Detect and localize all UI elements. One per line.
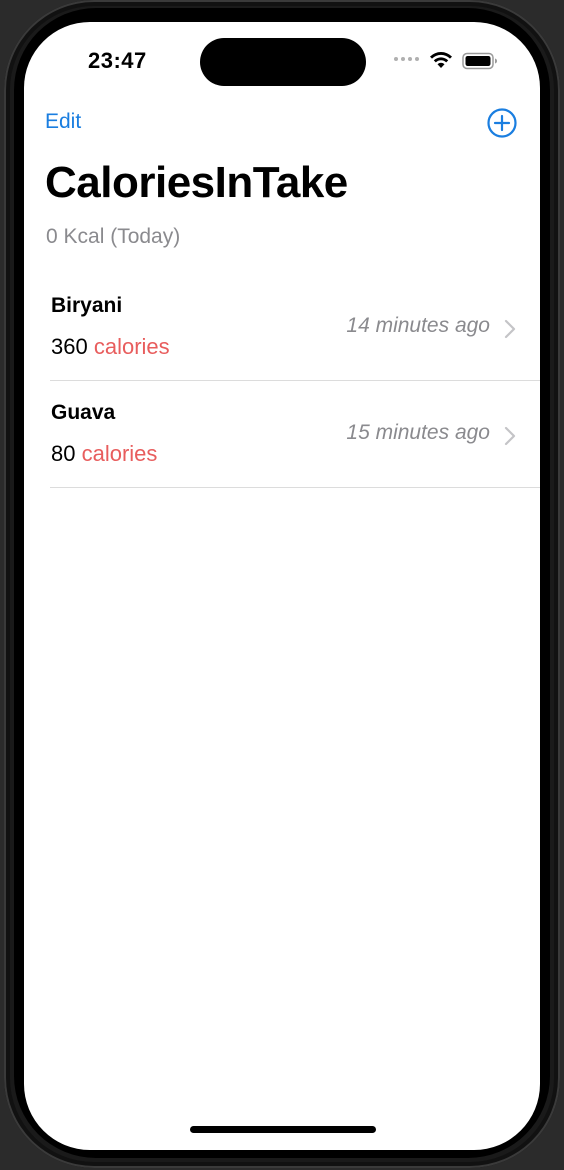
entry-name: Biryani — [51, 294, 123, 317]
battery-icon — [462, 52, 497, 70]
calorie-value: 360 — [51, 334, 88, 359]
entries-list: Biryani 360 calories 14 minutes ago Guav… — [50, 274, 540, 488]
list-item[interactable]: Biryani 360 calories 14 minutes ago — [50, 274, 540, 381]
calorie-unit: calories — [93, 334, 170, 359]
entry-calories: 80 calories — [51, 441, 157, 467]
home-indicator[interactable] — [190, 1126, 376, 1133]
entry-time: 15 minutes ago — [346, 421, 490, 444]
entry-name: Guava — [51, 401, 116, 424]
status-time: 23:47 — [88, 48, 147, 73]
app-screen: 23:47 Edit CaloriesInTake 0 Kcal (Today)… — [24, 22, 540, 1150]
dynamic-island — [200, 38, 366, 86]
daily-total: 0 Kcal (Today) — [46, 225, 181, 248]
entry-calories: 360 calories — [51, 334, 170, 360]
calorie-value: 80 — [51, 441, 76, 466]
chevron-right-icon — [504, 426, 516, 446]
chevron-right-icon — [504, 319, 516, 339]
entry-time: 14 minutes ago — [346, 314, 490, 337]
calorie-unit: calories — [81, 441, 158, 466]
list-item[interactable]: Guava 80 calories 15 minutes ago — [50, 381, 540, 488]
edit-button[interactable]: Edit — [45, 110, 81, 134]
page-title: CaloriesInTake — [45, 158, 348, 207]
wifi-icon — [430, 52, 452, 68]
plus-circle-icon[interactable] — [486, 107, 518, 139]
signal-dots-icon — [394, 57, 419, 61]
